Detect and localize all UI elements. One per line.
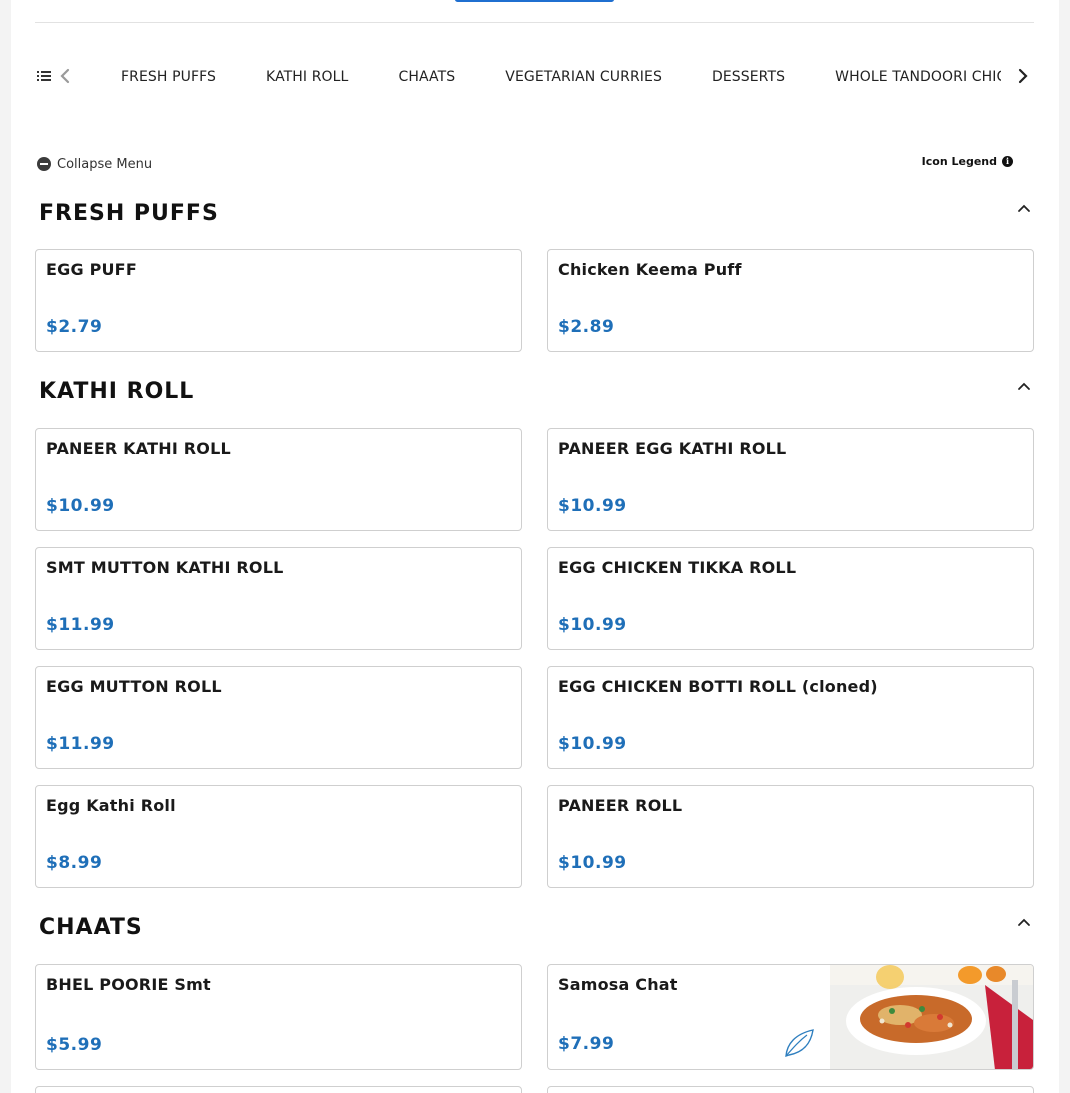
category-nav: FRESH PUFFS KATHI ROLL CHAATS VEGETARIAN… [35,56,1034,98]
item-name: PANEER ROLL [558,796,683,815]
menu-item-card[interactable]: Egg Kathi Roll $8.99 [35,785,522,888]
icon-legend-label: Icon Legend [921,155,997,168]
tab-desserts[interactable]: DESSERTS [712,69,785,85]
item-price: $2.79 [46,317,103,337]
item-name: PANEER KATHI ROLL [46,439,231,458]
list-icon[interactable] [37,70,51,82]
item-name: Egg Kathi Roll [46,796,176,815]
chevron-right-icon[interactable] [1017,68,1029,84]
chevron-up-icon[interactable] [1017,381,1031,391]
menu-item-card[interactable]: EGG PUFF $2.79 [35,249,522,352]
food-image [830,965,1033,1069]
menu-item-card[interactable]: Samosa Chat $7.99 [547,964,1034,1070]
collapse-menu-button[interactable]: Collapse Menu [37,154,152,174]
item-price: $10.99 [46,496,115,516]
menu-item-card[interactable]: Chicken Keema Puff $2.89 [547,249,1034,352]
chevron-up-icon[interactable] [1017,917,1031,927]
active-indicator [455,0,614,2]
item-price: $5.99 [46,1035,103,1055]
chevron-up-icon[interactable] [1017,203,1031,213]
item-name: EGG CHICKEN TIKKA ROLL [558,558,797,577]
info-icon: i [1002,156,1013,167]
menu-item-card[interactable]: PANEER KATHI ROLL $10.99 [35,428,522,531]
item-price: $10.99 [558,496,627,516]
item-name: EGG MUTTON ROLL [46,677,222,696]
item-price: $10.99 [558,615,627,635]
chevron-left-icon[interactable] [59,68,71,84]
divider [35,22,1034,23]
minus-circle-icon [37,157,51,171]
collapse-menu-label: Collapse Menu [57,156,153,172]
menu-item-card[interactable]: PANEER ROLL $10.99 [547,785,1034,888]
menu-item-card[interactable]: EGG CHICKEN TIKKA ROLL $10.99 [547,547,1034,650]
icon-legend-button[interactable]: Icon Legend i [922,155,1013,168]
tab-vegetarian-curries[interactable]: VEGETARIAN CURRIES [505,69,662,85]
item-price: $7.99 [558,1034,615,1054]
menu-item-card[interactable]: BHEL POORIE Smt $5.99 [35,964,522,1070]
menu-item-card[interactable]: EGG MUTTON ROLL $11.99 [35,666,522,769]
item-name: PANEER EGG KATHI ROLL [558,439,787,458]
section-title-chaats: CHAATS [39,915,143,940]
item-name: EGG CHICKEN BOTTI ROLL (cloned) [558,677,878,696]
item-price: $11.99 [46,615,115,635]
leaf-icon [785,1029,814,1057]
tab-fresh-puffs[interactable]: FRESH PUFFS [121,69,216,85]
menu-item-card[interactable] [547,1086,1034,1093]
menu-page: FRESH PUFFS KATHI ROLL CHAATS VEGETARIAN… [11,0,1059,1093]
menu-item-card[interactable]: SMT MUTTON KATHI ROLL $11.99 [35,547,522,650]
item-name: Samosa Chat [558,975,678,994]
section-title-fresh-puffs: FRESH PUFFS [39,201,219,226]
menu-item-card[interactable]: EGG CHICKEN BOTTI ROLL (cloned) $10.99 [547,666,1034,769]
item-price: $10.99 [558,853,627,873]
section-title-kathi-roll: KATHI ROLL [39,379,195,404]
category-tabs: FRESH PUFFS KATHI ROLL CHAATS VEGETARIAN… [121,56,1001,98]
item-name: Chicken Keema Puff [558,260,742,279]
menu-item-card[interactable]: PANEER EGG KATHI ROLL $10.99 [547,428,1034,531]
item-name: SMT MUTTON KATHI ROLL [46,558,284,577]
item-price: $8.99 [46,853,103,873]
item-price: $11.99 [46,734,115,754]
item-name: BHEL POORIE Smt [46,975,211,994]
tab-whole-tandoori-chicken[interactable]: WHOLE TANDOORI CHICKEN [835,69,1001,85]
item-price: $10.99 [558,734,627,754]
item-name: EGG PUFF [46,260,137,279]
menu-item-card[interactable] [35,1086,522,1093]
tab-kathi-roll[interactable]: KATHI ROLL [266,69,348,85]
item-price: $2.89 [558,317,615,337]
tab-chaats[interactable]: CHAATS [398,69,455,85]
